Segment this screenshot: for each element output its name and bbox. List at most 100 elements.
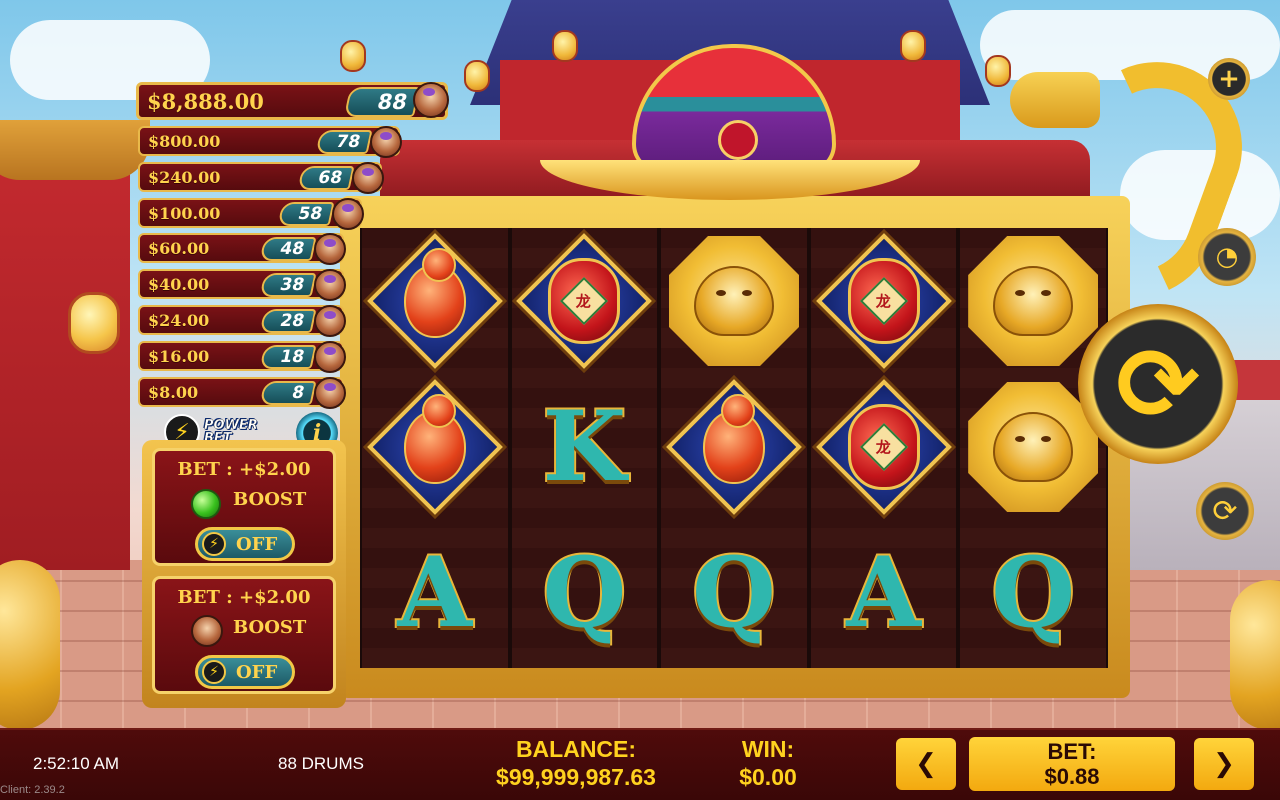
bet-label: BET: (1047, 739, 1097, 764)
jackpot-row: $8.00 8 (138, 377, 346, 409)
boost-card-1: BET : +$2.00 BOOST ⚡ OFF (152, 448, 336, 566)
lantern-symbol: 龙 (514, 231, 654, 371)
tiger-icon (993, 266, 1074, 336)
lightning-icon: ⚡ (202, 532, 226, 556)
reel-3: Q (661, 228, 807, 668)
bet-button[interactable]: BET: $0.88 (969, 737, 1175, 791)
boost-panel: BET : +$2.00 BOOST ⚡ OFF BET : +$2.00 BO… (142, 440, 346, 708)
drum-icon (314, 269, 346, 301)
lantern-decoration (68, 292, 120, 354)
symbol-cell: 龙 (811, 374, 957, 520)
green-gem-icon (191, 489, 221, 519)
lantern-icon: 龙 (548, 258, 621, 344)
jackpot-drum-count: 8 (259, 381, 317, 405)
balance-value: $99,999,987.63 (496, 764, 656, 790)
gourd-symbol (365, 231, 505, 371)
lantern-icon: 龙 (847, 404, 920, 490)
drum-icon (370, 126, 402, 158)
symbol-cell: Q (661, 520, 807, 666)
jackpot-row: $8,888.00 88 (136, 82, 449, 120)
letter-symbol: A (396, 536, 475, 649)
lantern-symbol: 龙 (814, 377, 954, 517)
jackpot-row: $240.00 68 (138, 162, 384, 194)
gourd-icon (403, 248, 466, 338)
game-title: 88 DRUMS (278, 754, 364, 773)
jackpot-drum-count: 68 (297, 166, 355, 190)
jackpot-drum-count: 78 (315, 130, 373, 154)
toggle-state: OFF (236, 533, 278, 555)
bet-value: $0.88 (1044, 764, 1100, 789)
jackpot-drum-count: 28 (259, 309, 317, 333)
win-value: $0.00 (739, 764, 797, 790)
drum-icon (314, 233, 346, 265)
plus-icon: + (1218, 64, 1240, 94)
symbol-cell (661, 228, 807, 374)
tiger-symbol (664, 231, 804, 371)
lantern-symbol: 龙 (814, 231, 954, 371)
jackpot-row: $24.00 28 (138, 305, 346, 337)
gourd-symbol (664, 377, 804, 517)
drum-icon (314, 341, 346, 373)
letter-symbol: Q (541, 536, 629, 649)
jackpot-drum-count: 48 (259, 237, 317, 261)
boost-toggle-1[interactable]: ⚡ OFF (195, 527, 295, 561)
spin-button[interactable]: ⟳ (1078, 304, 1238, 464)
gourd-icon (702, 394, 765, 484)
symbol-cell (362, 228, 508, 374)
letter-symbol: K (541, 390, 628, 503)
drum-icon (413, 82, 449, 118)
symbol-cell: Q (512, 520, 658, 666)
drum-icon (314, 377, 346, 409)
jackpot-drum-count: 88 (343, 87, 421, 117)
autoplay-icon: ⟳ (1212, 493, 1238, 529)
letter-symbol: Q (989, 536, 1077, 649)
drum-icon (352, 162, 384, 194)
bet-increase-button[interactable]: ❯ (1194, 738, 1254, 790)
symbol-cell (661, 374, 807, 520)
lantern-icon: 龙 (847, 258, 920, 344)
letter-symbol: A (844, 536, 923, 649)
tiger-icon (693, 266, 774, 336)
jackpot-drum-count: 38 (259, 273, 317, 297)
chevron-left-icon: ❮ (915, 749, 937, 779)
tiger-icon (993, 412, 1074, 482)
reel-4: 龙龙A (810, 228, 957, 668)
boost-bet-label: BET : +$2.00 (177, 459, 311, 480)
drum-icon (191, 615, 223, 647)
turbo-button[interactable]: ◔ (1198, 228, 1256, 286)
reel-1: A (362, 228, 508, 668)
jackpot-drum-count: 18 (259, 345, 317, 369)
reel-grid: A龙KQQ龙龙AQ (360, 228, 1108, 668)
reel-5: Q (960, 228, 1106, 668)
jackpot-row: $800.00 78 (138, 126, 402, 158)
left-pagoda (0, 120, 150, 570)
win-display: WIN: $0.00 (718, 735, 818, 791)
client-version: Client: 2.39.2 (0, 784, 65, 796)
boost-toggle-2[interactable]: ⚡ OFF (195, 655, 295, 689)
toggle-state: OFF (236, 661, 278, 683)
win-label: WIN: (741, 736, 795, 762)
tiger-symbol (963, 231, 1103, 371)
boost-card-2: BET : +$2.00 BOOST ⚡ OFF (152, 576, 336, 694)
symbol-cell: 龙 (512, 228, 658, 374)
spin-arrow-icon: ⟳ (1116, 325, 1200, 443)
bet-decrease-button[interactable]: ❮ (896, 738, 956, 790)
plus-button[interactable]: + (1208, 58, 1250, 100)
gourd-icon (403, 394, 466, 484)
jackpot-row: $40.00 38 (138, 269, 346, 301)
jackpot-row: $16.00 18 (138, 341, 346, 373)
drum-icon (314, 305, 346, 337)
drum-icon (332, 198, 364, 230)
speedometer-icon: ◔ (1215, 242, 1239, 272)
symbol-cell: A (811, 520, 957, 666)
lightning-icon: ⚡ (202, 660, 226, 684)
letter-symbol: Q (690, 536, 778, 649)
boost-bet-label: BET : +$2.00 (177, 587, 311, 608)
symbol-cell: A (362, 520, 508, 666)
autoplay-button[interactable]: ⟳ (1196, 482, 1254, 540)
jackpot-drum-count: 58 (277, 202, 335, 226)
symbol-cell: 龙 (811, 228, 957, 374)
balance-display: BALANCE: $99,999,987.63 (476, 735, 676, 791)
gourd-symbol (365, 377, 505, 517)
symbol-cell (362, 374, 508, 520)
